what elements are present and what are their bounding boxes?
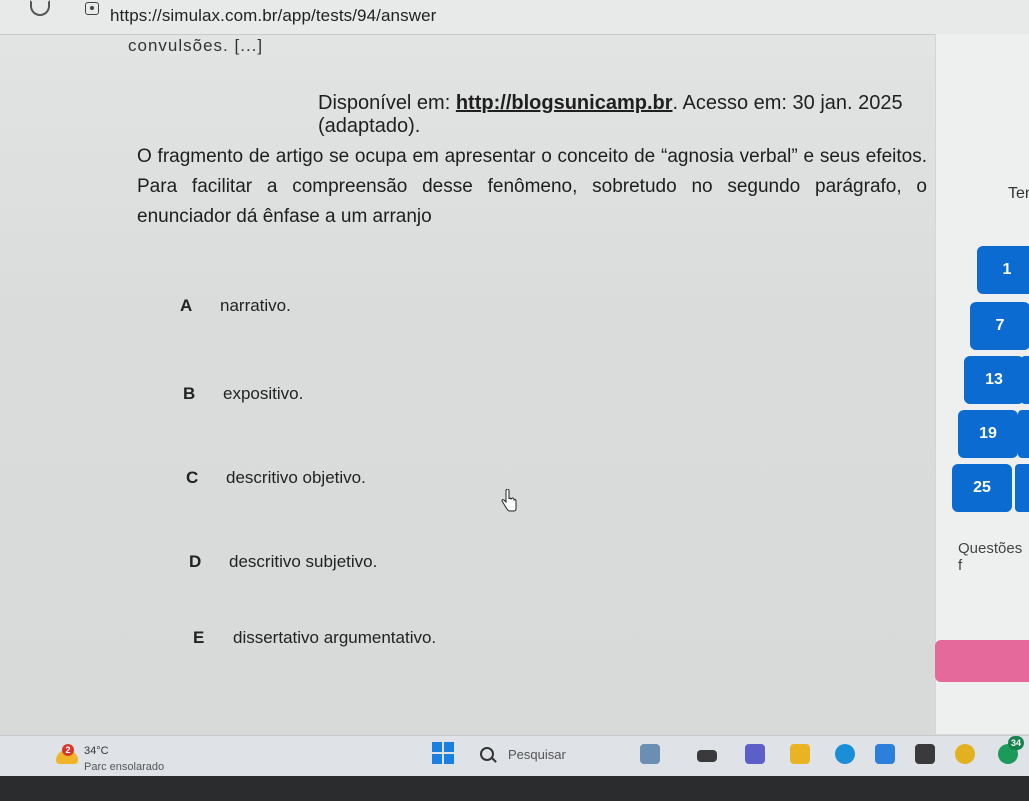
question-nav-next[interactable] bbox=[1015, 464, 1029, 512]
monitor-bezel bbox=[0, 776, 1029, 801]
address-bar[interactable]: https://simulax.com.br/app/tests/94/answ… bbox=[0, 0, 1029, 35]
url-text[interactable]: https://simulax.com.br/app/tests/94/answ… bbox=[110, 6, 436, 26]
taskbar: 2 34°C Parc ensolarado Pesquisar 34 bbox=[0, 735, 1029, 776]
chrome-icon[interactable] bbox=[955, 744, 975, 764]
option-text: descritivo subjetivo. bbox=[229, 552, 378, 571]
questions-label: Questões f bbox=[958, 540, 1023, 574]
store-icon[interactable] bbox=[875, 744, 895, 764]
question-nav-next[interactable] bbox=[1018, 410, 1029, 458]
question-nav-25[interactable]: 25 bbox=[952, 464, 1012, 512]
app-icon[interactable] bbox=[915, 744, 935, 764]
question-nav-1[interactable]: 1 bbox=[977, 246, 1029, 294]
search-icon bbox=[480, 747, 494, 761]
option-e[interactable]: E dissertativo argumentativo. bbox=[193, 628, 436, 648]
weather-badge: 2 bbox=[62, 744, 74, 756]
reload-icon[interactable] bbox=[30, 0, 50, 16]
question-nav-7[interactable]: 7 bbox=[970, 302, 1029, 350]
windows-start-icon[interactable] bbox=[432, 742, 454, 764]
site-info-icon[interactable] bbox=[85, 2, 99, 15]
option-text: dissertativo argumentativo. bbox=[233, 628, 437, 647]
edge-icon[interactable] bbox=[835, 744, 855, 764]
option-d[interactable]: D descritivo subjetivo. bbox=[189, 552, 377, 572]
teams-icon[interactable] bbox=[745, 744, 765, 764]
option-c[interactable]: C descritivo objetivo. bbox=[186, 468, 366, 488]
file-explorer-icon[interactable] bbox=[790, 744, 810, 764]
question-area: convulsões. [...] Disponível em: http://… bbox=[0, 34, 960, 734]
source-link[interactable]: http://blogsunicamp.br bbox=[456, 92, 673, 114]
search-label: Pesquisar bbox=[508, 746, 566, 762]
screen: https://simulax.com.br/app/tests/94/answ… bbox=[0, 0, 1029, 801]
task-view-icon[interactable] bbox=[697, 750, 717, 762]
clipped-text-line: convulsões. [...] bbox=[128, 36, 264, 55]
finish-button[interactable] bbox=[935, 640, 1029, 682]
question-nav-19[interactable]: 19 bbox=[958, 410, 1018, 458]
question-statement: O fragmento de artigo se ocupa em aprese… bbox=[137, 146, 927, 227]
taskbar-search[interactable]: Pesquisar bbox=[470, 742, 620, 766]
weather-description[interactable]: Parc ensolarado bbox=[84, 761, 164, 773]
source-prefix: Disponível em: bbox=[318, 92, 456, 114]
option-letter: A bbox=[180, 296, 193, 315]
option-letter: E bbox=[193, 628, 205, 647]
notification-badge: 34 bbox=[1008, 736, 1024, 750]
source-citation: Disponível em: http://blogsunicamp.br. A… bbox=[318, 92, 960, 138]
question-nav-13[interactable]: 13 bbox=[964, 356, 1024, 404]
option-a[interactable]: A narrativo. bbox=[180, 296, 291, 316]
option-letter: D bbox=[189, 552, 202, 571]
option-letter: C bbox=[186, 468, 199, 487]
widgets-icon[interactable] bbox=[640, 744, 660, 764]
option-letter: B bbox=[183, 384, 196, 403]
question-nav-next[interactable] bbox=[1021, 356, 1029, 404]
option-text: narrativo. bbox=[220, 296, 291, 315]
hand-cursor-icon bbox=[501, 489, 517, 512]
option-b[interactable]: B expositivo. bbox=[183, 384, 303, 404]
panel-label: Ten bbox=[1008, 185, 1029, 202]
weather-temperature[interactable]: 34°C bbox=[84, 745, 109, 757]
option-text: descritivo objetivo. bbox=[226, 468, 366, 487]
option-text: expositivo. bbox=[223, 384, 304, 403]
